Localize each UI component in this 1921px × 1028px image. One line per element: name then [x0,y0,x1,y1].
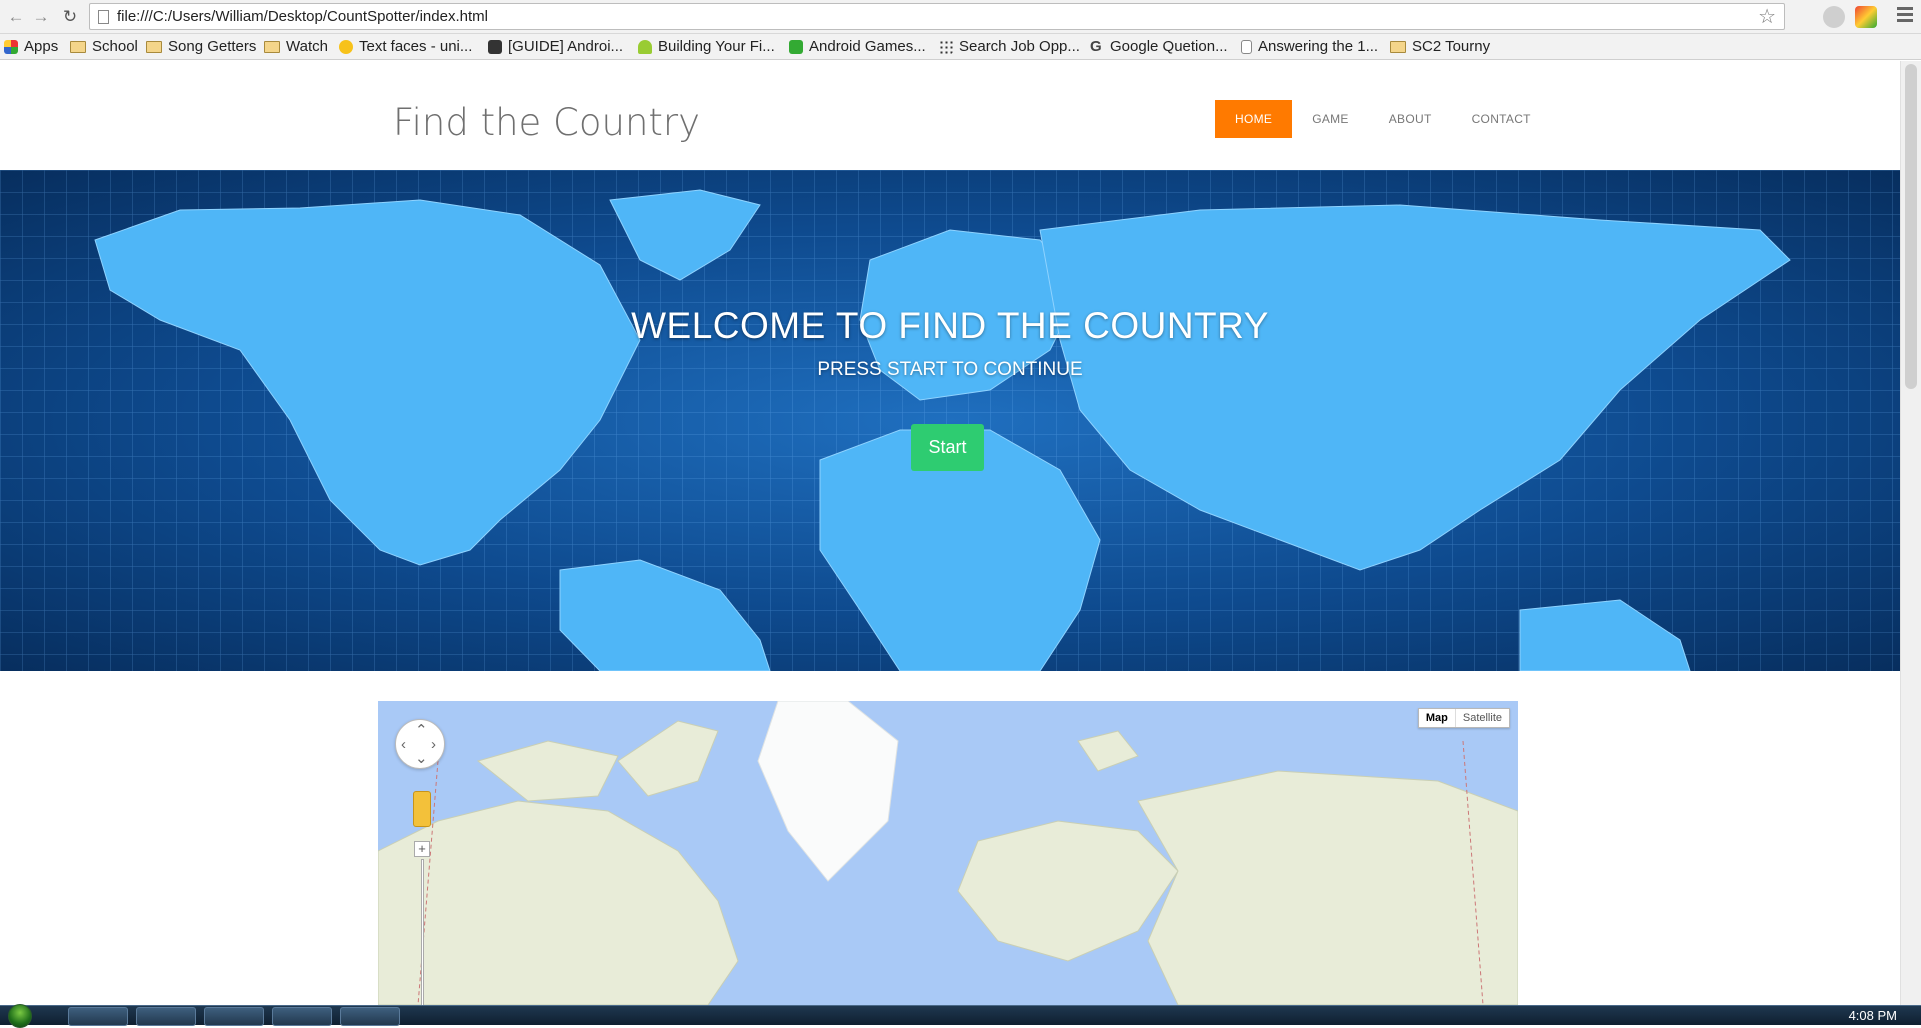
folder-icon [70,41,86,53]
nav-game[interactable]: GAME [1292,100,1369,138]
pan-right-icon[interactable]: › [431,737,436,752]
page-icon [98,10,109,24]
bookmarks-bar: Apps School Song Getters Watch Text face… [0,34,1921,60]
taskbar-chrome[interactable] [136,1007,196,1026]
google-map[interactable]: Map Satellite ⌃ ⌄ ‹ › + [378,701,1518,1005]
bookmark-label: Apps [24,38,59,55]
bookmark-school[interactable]: School [70,37,138,57]
site-brand[interactable]: Find the Country [393,101,700,144]
map-type-satellite[interactable]: Satellite [1456,709,1509,727]
pan-left-icon[interactable]: ‹ [401,737,406,752]
bookmark-label: Answering the 1... [1258,38,1379,55]
bookmark-apps[interactable]: Apps [4,37,58,57]
bookmark-label: [GUIDE] Androi... [508,38,624,55]
bookmark-label: Search Job Opp... [959,38,1080,55]
hero-title: WELCOME TO FIND THE COUNTRY [631,305,1269,346]
bookmark-label: Building Your Fi... [658,38,775,55]
page-scrollbar[interactable] [1900,61,1921,1005]
bookmark-label: Song Getters [168,38,257,55]
taskbar-explorer[interactable] [68,1007,128,1026]
bookmark-building[interactable]: Building Your Fi... [638,37,775,57]
bookmark-answering[interactable]: Answering the 1... [1241,37,1378,57]
bookmark-text-faces[interactable]: Text faces - uni... [339,37,472,57]
pan-down-icon[interactable]: ⌄ [415,751,428,766]
scrollbar-thumb[interactable] [1905,64,1917,389]
start-button[interactable]: Start [911,424,984,471]
address-bar[interactable]: file:///C:/Users/William/Desktop/CountSp… [89,3,1785,30]
nav-contact[interactable]: CONTACT [1452,100,1551,138]
bookmark-android-games[interactable]: Android Games... [789,37,926,57]
bookmark-guide-android[interactable]: [GUIDE] Androi... [488,37,623,57]
bookmark-label: Watch [286,38,328,55]
zoom-slider[interactable] [421,859,424,1005]
world-map-background [0,170,1900,671]
bookmark-watch[interactable]: Watch [264,37,328,57]
bookmark-search-jobs[interactable]: Search Job Opp... [939,37,1080,57]
bookmark-label: Google Quetion... [1110,38,1228,55]
google-icon: G [1090,38,1102,55]
site-header: Find the Country HOME GAME ABOUT CONTACT [0,61,1900,170]
bookmark-label: SC2 Tourny [1412,38,1491,55]
extension-icon[interactable] [1855,6,1877,28]
apps-grid-icon [4,40,18,54]
street-view-pegman-icon[interactable] [413,791,431,827]
windows-taskbar: 4:08 PM [0,1004,1921,1028]
dots-icon [939,40,953,54]
bookmark-label: Text faces - uni... [359,38,473,55]
taskbar-app[interactable] [272,1007,332,1026]
hero-banner: WELCOME TO FIND THE COUNTRY PRESS START … [0,170,1900,671]
taskbar-paint[interactable] [340,1007,400,1026]
map-tiles [378,701,1518,1005]
map-type-map[interactable]: Map [1419,709,1456,727]
nav-about[interactable]: ABOUT [1369,100,1452,138]
pan-up-icon[interactable]: ⌃ [415,723,428,738]
taskbar-skype[interactable] [204,1007,264,1026]
chrome-menu-icon[interactable] [1897,7,1913,25]
reload-icon[interactable]: ↻ [60,7,80,27]
browser-toolbar: ← → ↻ file:///C:/Users/William/Desktop/C… [0,0,1921,34]
bookmark-sc2-tourny[interactable]: SC2 Tourny [1390,37,1490,57]
bookmark-label: School [92,38,138,55]
car-icon [789,40,803,54]
bookmark-label: Android Games... [809,38,926,55]
forward-icon[interactable]: → [31,7,51,27]
folder-icon [146,41,162,53]
start-orb-icon[interactable] [8,1004,32,1028]
back-icon[interactable]: ← [6,7,26,27]
pan-control[interactable]: ⌃ ⌄ ‹ › [395,719,445,769]
emoji-face-icon [339,40,353,54]
page-viewport: Find the Country HOME GAME ABOUT CONTACT [0,61,1900,1005]
taskbar-clock: 4:08 PM [1848,1008,1897,1023]
page-icon [1241,40,1252,54]
bookmark-google-question[interactable]: G Google Quetion... [1090,37,1228,57]
url-text: file:///C:/Users/William/Desktop/CountSp… [117,8,488,25]
folder-icon [264,41,280,53]
hero-subtitle: PRESS START TO CONTINUE [817,359,1083,380]
extension-icon[interactable] [1823,6,1845,28]
main-nav: HOME GAME ABOUT CONTACT [1215,100,1551,138]
bookmark-song-getters[interactable]: Song Getters [146,37,256,57]
xda-icon [488,40,502,54]
nav-home[interactable]: HOME [1215,100,1293,138]
bookmark-star-icon[interactable]: ☆ [1758,5,1776,29]
map-type-control: Map Satellite [1417,708,1510,728]
android-icon [638,40,652,54]
folder-icon [1390,41,1406,53]
zoom-in-button[interactable]: + [414,841,430,857]
